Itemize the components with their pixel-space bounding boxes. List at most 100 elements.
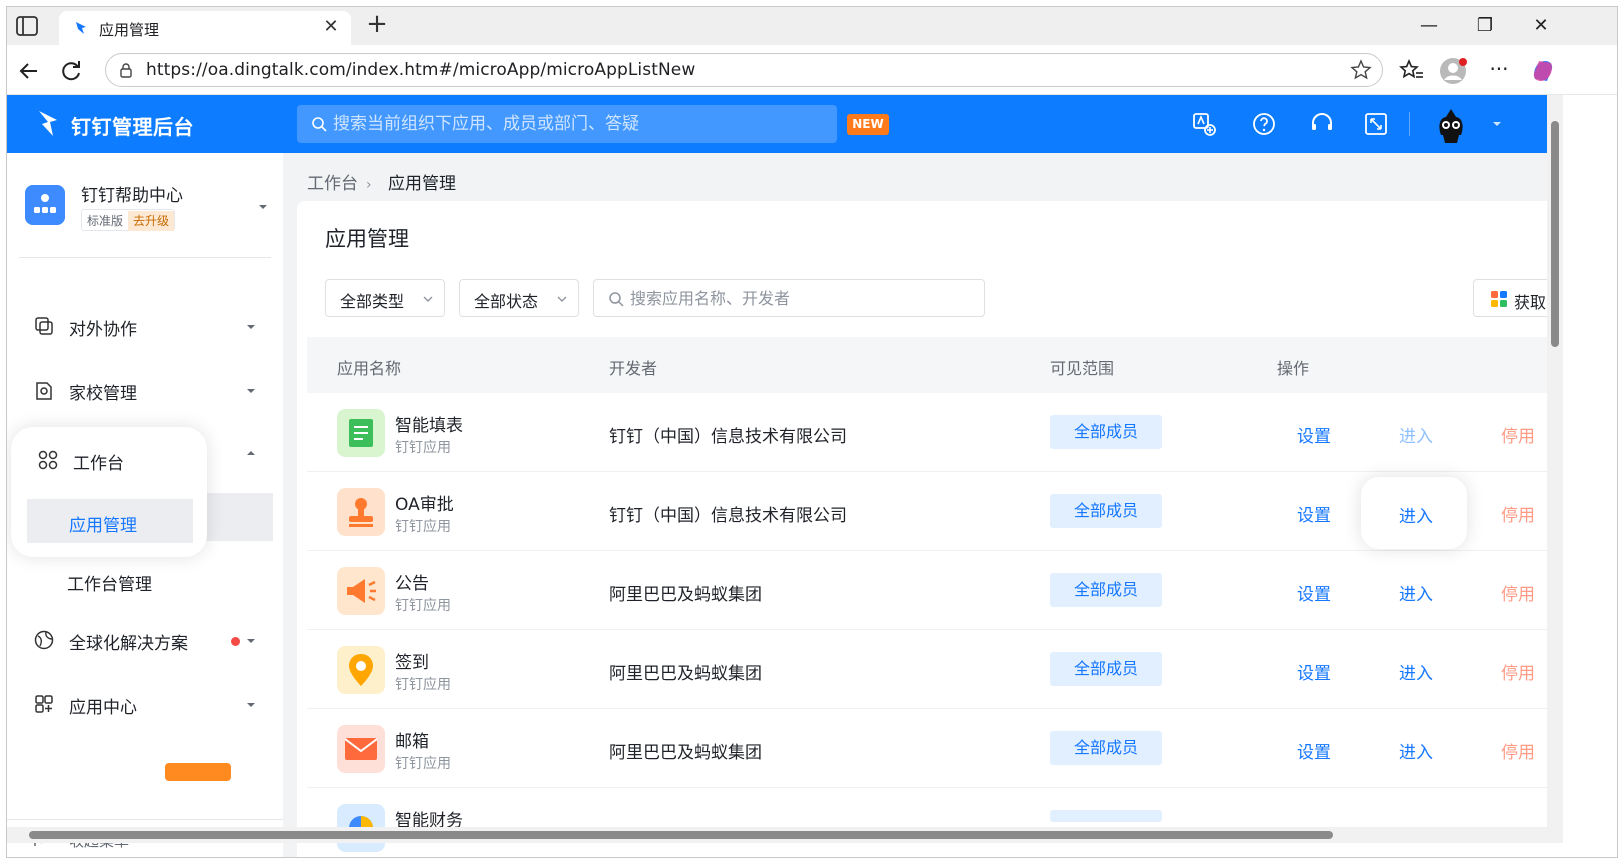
enter-link[interactable]: 进入 bbox=[1399, 738, 1433, 763]
disable-link[interactable]: 停用 bbox=[1501, 659, 1535, 684]
settings-link[interactable]: 设置 bbox=[1297, 738, 1331, 763]
minimize-icon[interactable]: — bbox=[1413, 13, 1445, 39]
app-title: 钉钉管理后台 bbox=[71, 115, 194, 139]
status-filter-select[interactable]: 全部状态 bbox=[459, 279, 579, 317]
sidebar-toggle-icon[interactable] bbox=[15, 15, 39, 37]
callout-workbench-label[interactable]: 工作台 bbox=[73, 449, 124, 474]
customer-service-icon[interactable] bbox=[1309, 111, 1335, 137]
main-card: 应用管理 全部类型 全部状态 获取 应用名称 开发者 可见范围 操作 bbox=[297, 201, 1547, 857]
sidebar-item-global-solutions[interactable]: 全球化解决方案 bbox=[7, 615, 283, 667]
reload-icon[interactable] bbox=[57, 57, 85, 85]
close-tab-icon[interactable]: ✕ bbox=[319, 15, 343, 39]
sidebar-item-app-center[interactable]: 应用中心 bbox=[7, 679, 283, 731]
close-window-icon[interactable]: ✕ bbox=[1525, 13, 1557, 39]
scroll-thumb[interactable] bbox=[29, 831, 1333, 839]
filter-label: 全部状态 bbox=[474, 292, 539, 311]
new-tab-icon[interactable]: + bbox=[363, 11, 391, 39]
callout-app-management-label: 应用管理 bbox=[69, 516, 137, 536]
global-search-input[interactable] bbox=[333, 105, 823, 143]
url-text[interactable]: https://oa.dingtalk.com/index.htm#/micro… bbox=[146, 60, 695, 80]
translate-icon[interactable] bbox=[1191, 111, 1217, 137]
app-center-icon bbox=[35, 695, 53, 713]
column-header: 应用名称 bbox=[337, 359, 402, 378]
sidebar-item-external-collab[interactable]: 对外协作 bbox=[7, 301, 283, 353]
scope-badge[interactable] bbox=[1050, 810, 1162, 822]
chevron-down-icon[interactable] bbox=[257, 201, 269, 213]
favorites-icon[interactable] bbox=[1397, 57, 1425, 85]
tab-title: 应用管理 bbox=[99, 21, 160, 39]
table-row: 签到 钉钉应用 阿里巴巴及蚂蚁集团 全部成员 设置 进入 停用 bbox=[307, 630, 1547, 709]
app-type: 钉钉应用 bbox=[395, 677, 451, 693]
scope-badge[interactable]: 全部成员 bbox=[1050, 415, 1162, 449]
stamp-app-icon bbox=[337, 488, 385, 536]
scope-badge[interactable]: 全部成员 bbox=[1050, 731, 1162, 765]
table-row: 邮箱 钉钉应用 阿里巴巴及蚂蚁集团 全部成员 设置 进入 停用 bbox=[307, 709, 1547, 788]
browser-tab-active[interactable]: 应用管理 ✕ bbox=[59, 11, 351, 45]
bookmark-star-icon[interactable] bbox=[1350, 59, 1372, 81]
scope-badge[interactable]: 全部成员 bbox=[1050, 494, 1162, 528]
sidebar-subitem-workbench-management[interactable]: 工作台管理 bbox=[21, 557, 273, 605]
sidebar-item-label: 对外协作 bbox=[69, 320, 137, 340]
chevron-up-icon bbox=[247, 451, 255, 455]
org-switcher[interactable]: 钉钉帮助中心 标准版 去升级 bbox=[25, 181, 275, 241]
breadcrumb-root[interactable]: 工作台 bbox=[307, 174, 358, 194]
disable-link[interactable]: 停用 bbox=[1501, 422, 1535, 447]
megaphone-app-icon bbox=[337, 567, 385, 615]
get-app-button[interactable]: 获取 bbox=[1473, 279, 1547, 317]
disable-link[interactable]: 停用 bbox=[1501, 580, 1535, 605]
notification-dot bbox=[231, 637, 240, 646]
chevron-down-icon bbox=[247, 639, 255, 643]
restore-icon[interactable]: ❐ bbox=[1469, 13, 1501, 39]
enter-link[interactable]: 进入 bbox=[1399, 422, 1433, 447]
new-badge: NEW bbox=[847, 114, 889, 135]
sidebar-item-partial[interactable] bbox=[7, 743, 283, 795]
workbench-highlight-callout[interactable]: 工作台 应用管理 bbox=[11, 427, 207, 557]
more-icon[interactable]: ··· bbox=[1485, 57, 1513, 85]
settings-link[interactable]: 设置 bbox=[1297, 501, 1331, 526]
help-icon[interactable] bbox=[1251, 111, 1277, 137]
user-avatar[interactable] bbox=[1431, 105, 1471, 145]
enter-highlight-callout[interactable]: 进入 bbox=[1361, 477, 1467, 549]
settings-link[interactable]: 设置 bbox=[1297, 659, 1331, 684]
search-icon bbox=[609, 292, 624, 307]
chevron-down-icon[interactable] bbox=[1491, 118, 1503, 130]
school-icon bbox=[36, 382, 52, 400]
callout-enter-label[interactable]: 进入 bbox=[1399, 502, 1433, 527]
horizontal-scrollbar[interactable] bbox=[7, 827, 1563, 843]
sidebar-item-school[interactable]: 家校管理 bbox=[7, 365, 283, 417]
copilot-icon[interactable] bbox=[1529, 57, 1557, 85]
app-type: 钉钉应用 bbox=[395, 440, 451, 456]
disable-link[interactable]: 停用 bbox=[1501, 501, 1535, 526]
scope-badge[interactable]: 全部成员 bbox=[1050, 573, 1162, 607]
sidebar-divider bbox=[19, 257, 271, 258]
global-search[interactable] bbox=[297, 105, 837, 143]
back-icon[interactable] bbox=[15, 57, 43, 85]
upgrade-link[interactable]: 去升级 bbox=[128, 211, 175, 231]
scroll-thumb[interactable] bbox=[1551, 121, 1559, 347]
enter-link[interactable]: 进入 bbox=[1399, 659, 1433, 684]
fullscreen-icon[interactable] bbox=[1363, 111, 1389, 137]
callout-app-management[interactable]: 应用管理 bbox=[27, 499, 193, 543]
enter-link[interactable]: 进入 bbox=[1399, 580, 1433, 605]
disable-link[interactable]: 停用 bbox=[1501, 738, 1535, 763]
settings-link[interactable]: 设置 bbox=[1297, 422, 1331, 447]
form-app-icon bbox=[337, 409, 385, 457]
column-header: 开发者 bbox=[609, 359, 658, 378]
settings-link[interactable]: 设置 bbox=[1297, 580, 1331, 605]
scope-badge[interactable]: 全部成员 bbox=[1050, 652, 1162, 686]
app-store-icon bbox=[1491, 291, 1507, 307]
sidebar-item-label: 家校管理 bbox=[69, 384, 137, 404]
app-name: 签到 bbox=[395, 653, 429, 673]
lock-icon[interactable] bbox=[118, 62, 134, 78]
app-name: 公告 bbox=[395, 574, 429, 594]
vertical-scrollbar[interactable] bbox=[1547, 95, 1563, 827]
app-type: 钉钉应用 bbox=[395, 519, 451, 535]
app-search[interactable] bbox=[593, 279, 985, 317]
app-search-input[interactable] bbox=[630, 280, 970, 316]
profile-icon[interactable] bbox=[1439, 57, 1467, 85]
app-name: OA审批 bbox=[395, 495, 454, 515]
type-filter-select[interactable]: 全部类型 bbox=[325, 279, 445, 317]
url-field[interactable]: https://oa.dingtalk.com/index.htm#/micro… bbox=[105, 53, 1383, 87]
chevron-down-icon bbox=[557, 296, 567, 302]
address-bar-row: https://oa.dingtalk.com/index.htm#/micro… bbox=[7, 45, 1617, 95]
